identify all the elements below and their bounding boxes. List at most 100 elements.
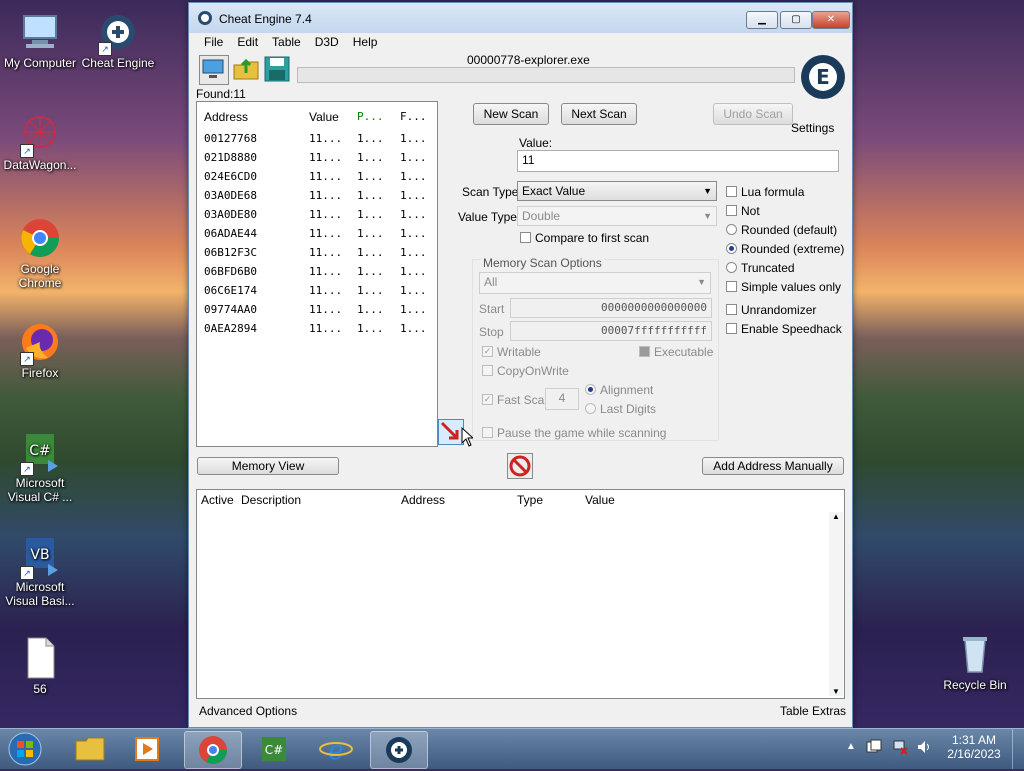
firefox-icon: ↗ xyxy=(18,320,62,366)
menu-d3d[interactable]: D3D xyxy=(308,33,346,51)
copy-on-write-checkbox[interactable] xyxy=(482,365,493,376)
new-scan-button[interactable]: New Scan xyxy=(473,103,549,125)
last-digits-radio[interactable] xyxy=(585,403,596,414)
close-button[interactable]: ✕ xyxy=(812,11,850,29)
cheat-engine-big-logo-icon[interactable]: E Settings xyxy=(791,51,847,135)
desktop-icon-label: Microsoft Visual C# ... xyxy=(7,476,73,504)
advanced-options-link[interactable]: Advanced Options xyxy=(199,704,297,718)
table-row[interactable]: 024E6CD0 11... 1... 1... xyxy=(197,168,435,187)
pause-game-checkbox[interactable] xyxy=(482,427,493,438)
scan-type-select[interactable]: Exact Value ▼ xyxy=(517,181,717,201)
desktop-icon-cheat-engine[interactable]: ↗ Cheat Engine xyxy=(78,10,158,70)
address-table[interactable]: Active Description Address Type Value ▲ … xyxy=(196,489,845,699)
menu-file[interactable]: File xyxy=(197,33,230,51)
lua-formula-checkbox[interactable] xyxy=(726,186,737,197)
menu-table[interactable]: Table xyxy=(265,33,308,51)
not-checkbox[interactable] xyxy=(726,205,737,216)
title-bar[interactable]: Cheat Engine 7.4 ▁ ▢ ✕ xyxy=(189,3,852,33)
desktop-icon-my-computer[interactable]: My Computer xyxy=(0,10,80,70)
fast-scan-value-input[interactable]: 4 xyxy=(545,388,579,410)
clock[interactable]: 1:31 AM 2/16/2023 xyxy=(944,733,1004,761)
row-f-cell: 1... xyxy=(400,265,427,278)
scan-results-list[interactable]: Address Value P... F... 00127768 11... 1..… xyxy=(196,101,438,447)
taskbar-chrome[interactable] xyxy=(184,731,242,769)
maximize-button[interactable]: ▢ xyxy=(780,11,812,29)
table-extras-link[interactable]: Table Extras xyxy=(780,704,846,718)
column-header-value[interactable]: Value xyxy=(309,110,339,124)
column-header-previous[interactable]: P... xyxy=(357,110,384,123)
alignment-radio[interactable] xyxy=(585,384,596,395)
executable-checkbox[interactable] xyxy=(639,346,650,357)
table-row[interactable]: 03A0DE68 11... 1... 1... xyxy=(197,187,435,206)
desktop-icon-visual-basic[interactable]: VB ↗ Microsoft Visual Basi... xyxy=(0,534,80,608)
desktop-icon-visual-csharp[interactable]: C# ↗ Microsoft Visual C# ... xyxy=(0,430,80,504)
network-icon[interactable] xyxy=(892,739,908,755)
stop-scan-button[interactable] xyxy=(507,453,533,479)
column-header-value[interactable]: Value xyxy=(585,493,615,507)
taskbar-cheat-engine[interactable] xyxy=(370,731,428,769)
column-header-type[interactable]: Type xyxy=(517,493,543,507)
column-header-address[interactable]: Address xyxy=(401,493,445,507)
column-header-description[interactable]: Description xyxy=(241,493,301,507)
vertical-scrollbar[interactable]: ▲ ▼ xyxy=(829,512,843,696)
taskbar-visual-csharp[interactable]: C# xyxy=(246,731,302,767)
writable-checkbox[interactable]: ✓ xyxy=(482,346,493,357)
show-hidden-icons-icon[interactable]: ▲ xyxy=(846,741,856,752)
truncated-radio[interactable] xyxy=(726,262,737,273)
desktop-icon-recycle-bin[interactable]: Recycle Bin xyxy=(935,632,1015,692)
simple-values-checkbox[interactable] xyxy=(726,281,737,292)
start-button[interactable] xyxy=(6,731,44,767)
scan-progress-bar xyxy=(297,67,795,83)
table-row[interactable]: 06C6E174 11... 1... 1... xyxy=(197,282,435,301)
table-row[interactable]: 00127768 11... 1... 1... xyxy=(197,130,435,149)
table-row[interactable]: 03A0DE80 11... 1... 1... xyxy=(197,206,435,225)
table-row[interactable]: 021D8880 11... 1... 1... xyxy=(197,149,435,168)
undo-scan-button[interactable]: Undo Scan xyxy=(713,103,793,125)
taskbar-media-player[interactable] xyxy=(120,731,176,767)
row-p-cell: 1... xyxy=(357,303,384,316)
scroll-up-icon[interactable]: ▲ xyxy=(829,512,843,521)
memory-region-select[interactable]: All ▼ xyxy=(479,272,711,294)
desktop-icon-firefox[interactable]: ↗ Firefox xyxy=(0,320,80,380)
action-center-icon[interactable] xyxy=(866,739,882,755)
table-row[interactable]: 06ADAE44 11... 1... 1... xyxy=(197,225,435,244)
menu-edit[interactable]: Edit xyxy=(230,33,265,51)
memory-view-button[interactable]: Memory View xyxy=(197,457,339,475)
minimize-button[interactable]: ▁ xyxy=(746,11,778,29)
row-f-cell: 1... xyxy=(400,132,427,145)
settings-label[interactable]: Settings xyxy=(791,121,834,135)
column-header-active[interactable]: Active xyxy=(201,493,234,507)
next-scan-button[interactable]: Next Scan xyxy=(561,103,637,125)
desktop-icon-chrome[interactable]: Google Chrome xyxy=(0,216,80,290)
value-input[interactable]: 11 xyxy=(517,150,839,172)
stop-address-input[interactable]: 00007fffffffffff xyxy=(510,321,712,341)
value-type-select[interactable]: Double ▼ xyxy=(517,206,717,226)
desktop-icon-datawagon[interactable]: ↗ DataWagon... xyxy=(0,112,80,172)
column-header-address[interactable]: Address xyxy=(204,110,248,124)
show-desktop-button[interactable] xyxy=(1012,729,1024,769)
table-row[interactable]: 06B12F3C 11... 1... 1... xyxy=(197,244,435,263)
add-address-manually-button[interactable]: Add Address Manually xyxy=(702,457,844,475)
open-table-button[interactable] xyxy=(232,55,260,83)
rounded-extreme-radio[interactable] xyxy=(726,243,737,254)
unrandomizer-checkbox[interactable] xyxy=(726,304,737,315)
table-row[interactable]: 06BFD6B0 11... 1... 1... xyxy=(197,263,435,282)
table-row[interactable]: 09774AA0 11... 1... 1... xyxy=(197,301,435,320)
save-table-button[interactable] xyxy=(263,55,291,83)
menu-help[interactable]: Help xyxy=(346,33,385,51)
folder-icon xyxy=(75,737,105,761)
scroll-down-icon[interactable]: ▼ xyxy=(829,687,843,696)
speedhack-checkbox[interactable] xyxy=(726,323,737,334)
row-p-cell: 1... xyxy=(357,189,384,202)
compare-first-checkbox[interactable] xyxy=(520,232,531,243)
column-header-first[interactable]: F... xyxy=(400,110,427,123)
table-row[interactable]: 0AEA2894 11... 1... 1... xyxy=(197,320,435,339)
volume-icon[interactable] xyxy=(916,739,932,755)
open-process-button[interactable] xyxy=(199,55,229,85)
taskbar-internet-explorer[interactable]: e xyxy=(308,731,364,767)
rounded-default-radio[interactable] xyxy=(726,224,737,235)
start-address-input[interactable]: 0000000000000000 xyxy=(510,298,712,318)
taskbar-explorer[interactable] xyxy=(62,731,118,767)
desktop-icon-file-56[interactable]: 56 xyxy=(0,636,80,696)
fast-scan-checkbox[interactable]: ✓ xyxy=(482,394,493,405)
